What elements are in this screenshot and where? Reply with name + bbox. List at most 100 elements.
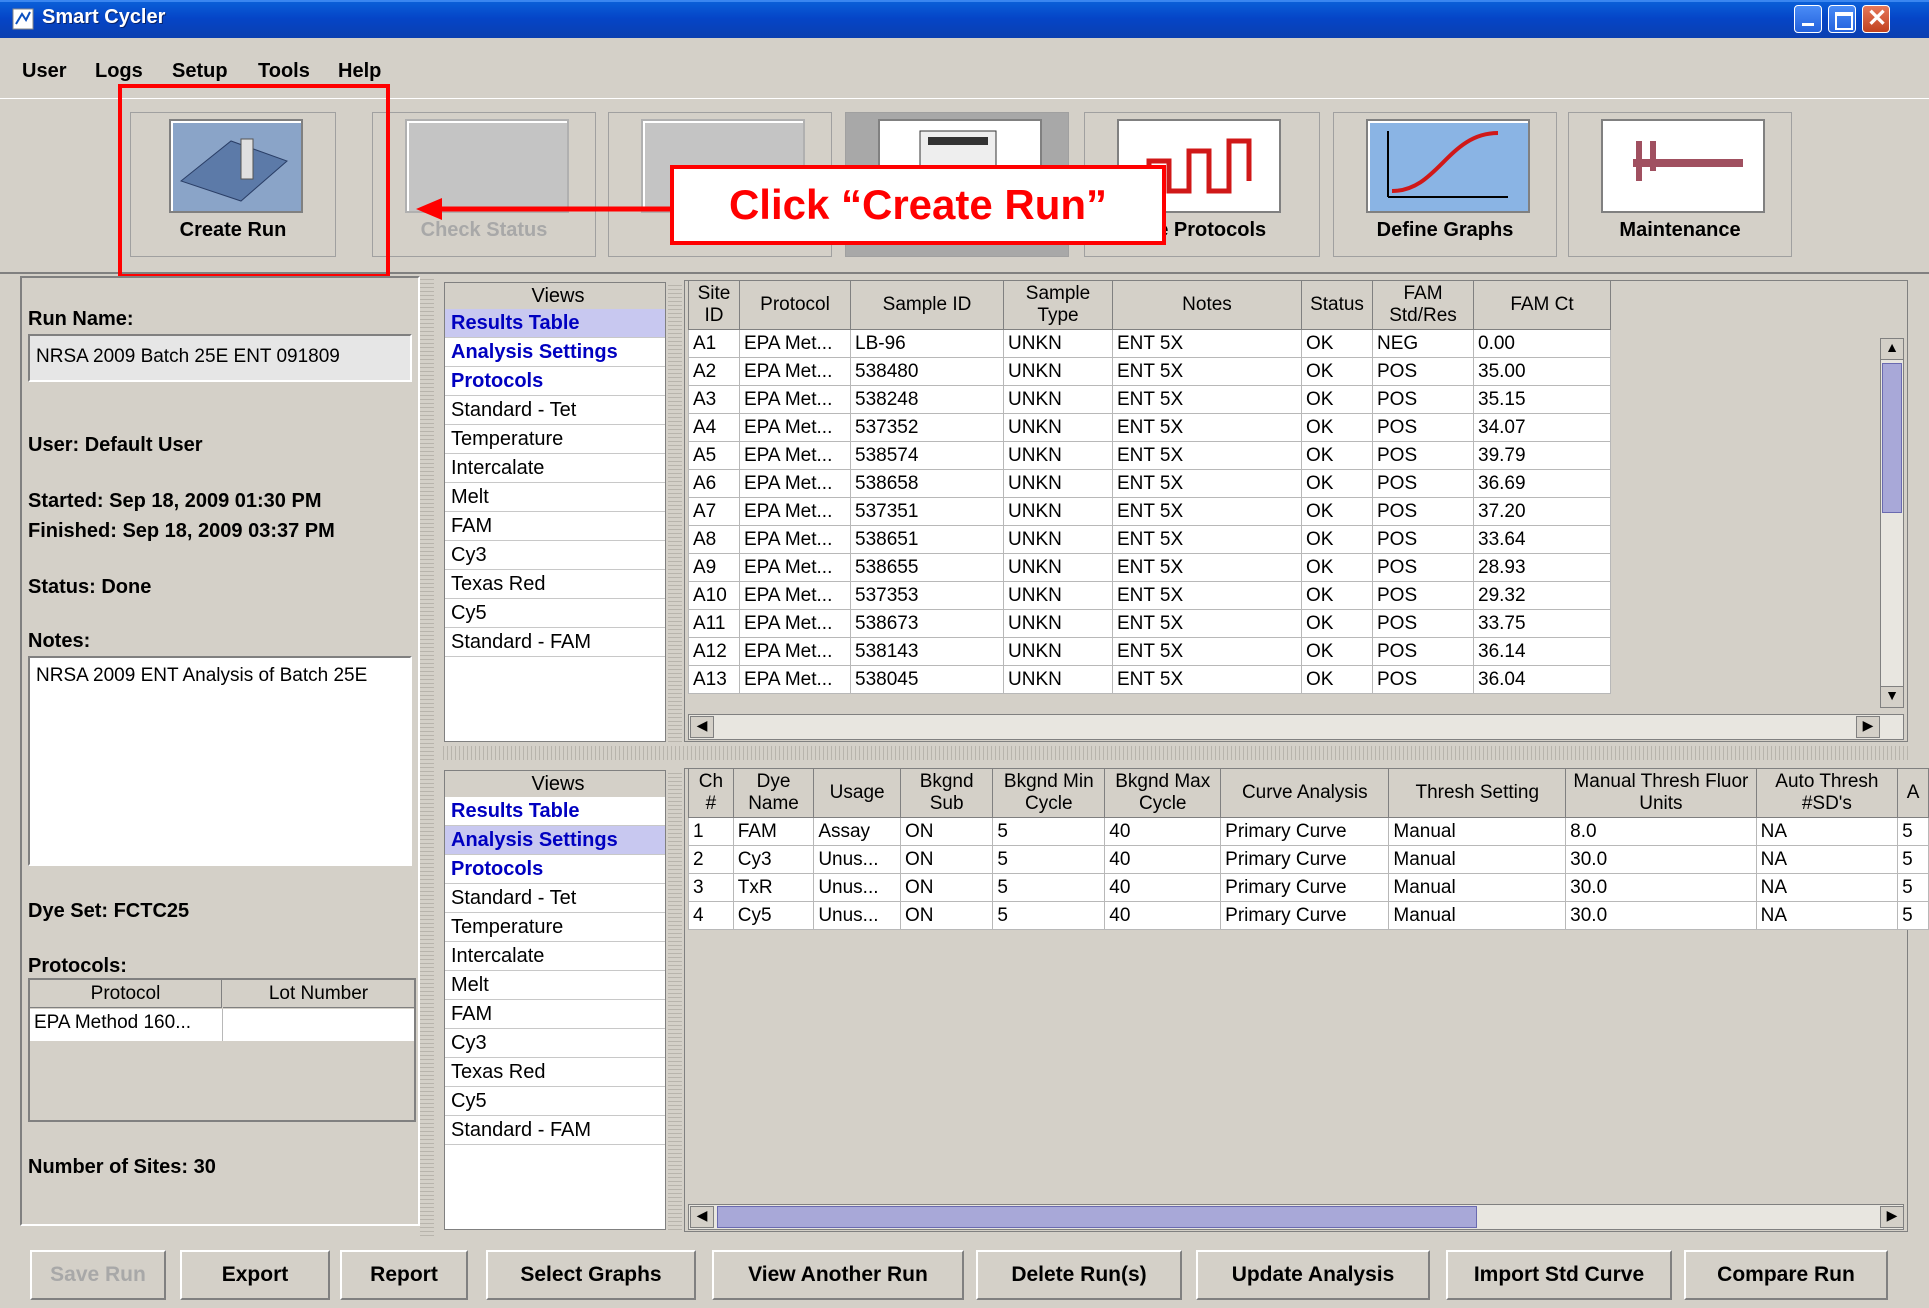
view-cy3[interactable]: Cy3 [445,541,665,570]
table-row[interactable]: 4 Cy5 Unus... ON 5 40 Primary Curve Manual 30.0 N… [688,901,1929,930]
table-row[interactable]: A4 EPA Met... 537352 UNKN ENT 5X OK POS 34.07 [688,413,1611,442]
view-analysis-settings[interactable]: Analysis Settings [445,826,665,855]
view-fam[interactable]: FAM [445,1000,665,1029]
analysis-column-header[interactable]: Manual Thresh Fluor Units [1565,768,1757,818]
table-cell[interactable]: 4 [688,901,734,930]
scroll-right-arrow-icon[interactable]: ▶ [1880,1206,1904,1228]
table-cell[interactable]: ENT 5X [1112,329,1302,358]
table-cell[interactable]: ENT 5X [1112,665,1302,694]
table-cell[interactable]: Primary Curve [1220,901,1390,930]
table-cell[interactable]: A8 [688,525,740,554]
table-row[interactable]: 3 TxR Unus... ON 5 40 Primary Curve Manual 30.0 N… [688,873,1929,902]
table-cell[interactable]: ENT 5X [1112,525,1302,554]
table-cell[interactable]: 2 [688,845,734,874]
table-cell[interactable]: 33.75 [1473,609,1611,638]
table-cell[interactable]: ENT 5X [1112,413,1302,442]
table-cell[interactable]: 36.69 [1473,469,1611,498]
table-cell[interactable]: 33.64 [1473,525,1611,554]
table-cell[interactable]: A12 [688,637,740,666]
analysis-column-header[interactable]: Curve Analysis [1220,768,1390,818]
table-row[interactable]: A12 EPA Met... 538143 UNKN ENT 5X OK POS 36.14 [688,637,1611,666]
table-cell[interactable]: 30.0 [1565,845,1757,874]
view-analysis-settings[interactable]: Analysis Settings [445,338,665,367]
results-column-header[interactable]: FAM Std/Res [1372,280,1474,330]
table-cell[interactable]: Primary Curve [1220,845,1390,874]
export-button[interactable]: Export [180,1250,330,1300]
menu-tools[interactable]: Tools [258,60,310,83]
table-cell[interactable]: 3 [688,873,734,902]
table-cell[interactable]: 5 [992,845,1106,874]
table-cell[interactable]: POS [1372,469,1474,498]
view-protocols[interactable]: Protocols [445,855,665,884]
table-cell[interactable]: 8.0 [1565,817,1757,846]
table-cell[interactable]: 5 [992,901,1106,930]
view-standard-fam[interactable]: Standard - FAM [445,1116,665,1145]
import-std-curve-button[interactable]: Import Std Curve [1446,1250,1672,1300]
table-cell[interactable]: 29.32 [1473,581,1611,610]
notes-field[interactable]: NRSA 2009 ENT Analysis of Batch 25E [28,656,412,866]
analysis-column-header[interactable]: A [1897,768,1929,818]
analysis-column-header[interactable]: Dye Name [732,768,815,818]
lot-number-header[interactable]: Lot Number [223,980,414,1008]
views-splitter-lower[interactable] [668,770,682,1230]
table-row[interactable]: A2 EPA Met... 538480 UNKN ENT 5X OK POS 35.00 [688,357,1611,386]
table-cell[interactable]: 538574 [850,441,1004,470]
table-cell[interactable]: LB-96 [850,329,1004,358]
view-cy5[interactable]: Cy5 [445,1087,665,1116]
define-graphs-button[interactable]: Define Graphs [1333,112,1557,257]
table-cell[interactable]: 35.15 [1473,385,1611,414]
table-cell[interactable]: 39.79 [1473,441,1611,470]
table-cell[interactable]: ENT 5X [1112,609,1302,638]
menu-logs[interactable]: Logs [95,60,143,83]
table-cell[interactable]: POS [1372,497,1474,526]
run-name-field[interactable]: NRSA 2009 Batch 25E ENT 091809 [28,334,412,382]
view-temperature[interactable]: Temperature [445,913,665,942]
table-cell[interactable]: EPA Met... [739,637,851,666]
table-row[interactable]: A5 EPA Met... 538574 UNKN ENT 5X OK POS 39.79 [688,441,1611,470]
view-protocols[interactable]: Protocols [445,367,665,396]
table-cell[interactable]: 538673 [850,609,1004,638]
table-cell[interactable]: 5 [992,873,1106,902]
table-cell[interactable]: Manual [1388,817,1567,846]
table-cell[interactable]: A2 [688,357,740,386]
maximize-button[interactable] [1828,5,1856,33]
close-button[interactable]: ✕ [1862,5,1890,33]
table-cell[interactable]: Manual [1388,845,1567,874]
table-cell[interactable]: OK [1301,469,1373,498]
table-cell[interactable]: A3 [688,385,740,414]
table-cell[interactable]: OK [1301,665,1373,694]
view-standard-fam[interactable]: Standard - FAM [445,628,665,657]
table-cell[interactable]: Primary Curve [1220,873,1390,902]
table-cell[interactable]: ENT 5X [1112,385,1302,414]
table-cell[interactable]: Manual [1388,901,1567,930]
table-cell[interactable]: Cy5 [732,901,815,930]
table-row[interactable]: A1 EPA Met... LB-96 UNKN ENT 5X OK NEG 0.00 [688,329,1611,358]
table-cell[interactable]: 40 [1104,873,1222,902]
table-cell[interactable]: NA [1755,873,1899,902]
table-cell[interactable]: ON [899,901,994,930]
analysis-column-header[interactable]: Auto Thresh #SD's [1755,768,1899,818]
protocol-header[interactable]: Protocol [30,980,222,1008]
scroll-left-arrow-icon[interactable]: ◀ [690,716,714,738]
table-cell[interactable]: POS [1372,385,1474,414]
table-cell[interactable]: POS [1372,665,1474,694]
menu-setup[interactable]: Setup [172,60,228,83]
table-row[interactable]: A9 EPA Met... 538655 UNKN ENT 5X OK POS 28.93 [688,553,1611,582]
table-cell[interactable]: ON [899,817,994,846]
scroll-up-arrow-icon[interactable]: ▲ [1880,338,1904,360]
table-cell[interactable]: EPA Met... [739,357,851,386]
table-cell[interactable]: NA [1755,845,1899,874]
results-column-header[interactable]: Status [1301,280,1373,330]
horizontal-splitter[interactable] [440,746,1908,760]
vertical-splitter[interactable] [420,276,434,1236]
table-cell[interactable]: OK [1301,525,1373,554]
analysis-horizontal-scrollbar[interactable] [688,1204,1904,1230]
table-row[interactable]: A7 EPA Met... 537351 UNKN ENT 5X OK POS 37.20 [688,497,1611,526]
table-cell[interactable]: 36.04 [1473,665,1611,694]
view-temperature[interactable]: Temperature [445,425,665,454]
table-cell[interactable]: NA [1755,901,1899,930]
menu-user[interactable]: User [22,60,66,83]
table-cell[interactable]: 40 [1104,845,1222,874]
table-row[interactable]: 1 FAM Assay ON 5 40 Primary Curve Manual 8.0 NA 5 [688,817,1929,846]
table-cell[interactable]: 35.00 [1473,357,1611,386]
